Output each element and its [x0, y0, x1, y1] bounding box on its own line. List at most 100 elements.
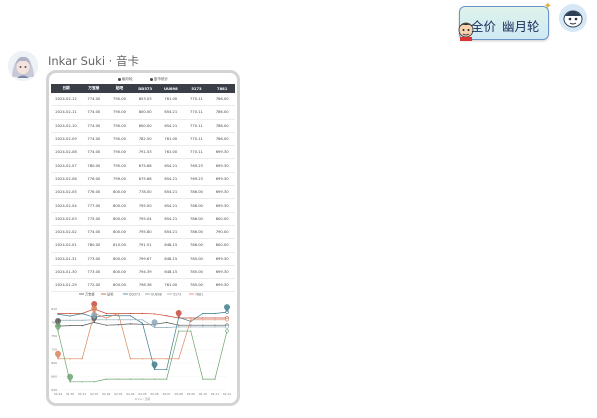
extreme-value-pin — [55, 323, 61, 332]
table-cell: 2024-02-02 — [51, 225, 81, 240]
data-point — [202, 317, 204, 319]
data-point — [190, 330, 192, 332]
table-cell: 774.00 — [81, 105, 107, 120]
x-tick-label: 02-11 — [211, 392, 219, 396]
extreme-value-pin — [151, 361, 158, 370]
x-tick-label: 02-05 — [138, 392, 146, 396]
data-point — [190, 319, 192, 321]
table-cell: 654.21 — [157, 158, 184, 173]
table-cell: 2024-02-06 — [51, 172, 81, 187]
table-cell: 773.00 — [81, 265, 107, 280]
table-cell: 2024-01-30 — [51, 265, 81, 280]
x-tick-label: 02-01 — [90, 392, 98, 396]
table-cell: 770.11 — [183, 132, 210, 147]
table-cell: 775.00 — [81, 212, 107, 226]
data-point — [166, 326, 168, 328]
table-cell: 782.50 — [132, 132, 158, 147]
series-end-marker — [225, 318, 229, 322]
price-query-chip[interactable]: 全价 幽月轮 ✦ — [458, 1, 552, 41]
data-point — [214, 326, 216, 328]
data-point — [141, 312, 144, 315]
data-point — [129, 323, 132, 325]
data-point — [117, 312, 119, 315]
data-point — [166, 358, 168, 360]
table-cell: 699.30 — [209, 172, 235, 187]
price-image-card[interactable]: 幽月轮 蓝市统计 日期 万宝楼 贴吧 DD373 UU898 5173 7881… — [46, 70, 240, 406]
table-cell: 795.00 — [106, 158, 133, 173]
table-cell: 800.00 — [132, 105, 158, 120]
price-line-chart: 万宝楼 贴吧 DD373 UU898 5173 788181078075072069066… — [51, 292, 231, 402]
series-line — [57, 311, 228, 370]
table-cell: 777.00 — [81, 198, 107, 213]
x-tick-label: 01-31 — [78, 392, 86, 396]
table-cell: 2024-02-05 — [51, 185, 81, 200]
x-tick-label: 02-02 — [102, 392, 110, 396]
table-cell: 791.51 — [132, 238, 158, 253]
table-cell: 774.00 — [81, 93, 107, 107]
data-point — [117, 378, 119, 380]
data-point — [178, 358, 180, 360]
data-point — [69, 358, 71, 360]
table-cell: 794.39 — [132, 265, 158, 280]
table-cell: 800.00 — [106, 185, 133, 200]
table-cell: 795.00 — [132, 198, 158, 213]
table-cell: 778.00 — [132, 185, 158, 200]
legend-label: DD373 — [129, 293, 140, 297]
data-point — [69, 315, 71, 317]
table-cell: 786.00 — [183, 198, 210, 213]
table-cell: 790.00 — [106, 119, 133, 133]
table-cell: 810.00 — [106, 238, 133, 253]
legend-label: 万宝楼 — [85, 292, 95, 297]
table-cell: 699.30 — [209, 145, 235, 160]
data-point — [141, 319, 144, 321]
stats-icon — [149, 77, 153, 81]
table-cell: 770.11 — [183, 93, 210, 107]
table-row: 2024-02-06 776.00 799.00 675.68 654.21 769.23… — [51, 172, 235, 187]
y-tick-label: 750 — [51, 334, 57, 338]
data-point — [105, 319, 107, 321]
sender-name: Inkar Suki · 音卡 — [48, 54, 139, 68]
table-cell: 2024-02-01 — [51, 238, 81, 253]
table-cell: 800.00 — [106, 225, 133, 240]
table-cell: 654.21 — [157, 172, 184, 187]
x-tick-label: 02-06 — [151, 392, 159, 396]
data-point — [129, 378, 132, 380]
table-cell: 790.00 — [209, 225, 235, 240]
data-point — [214, 319, 216, 321]
data-point — [178, 326, 180, 328]
legend-item-server: 幽月轮 — [117, 77, 133, 81]
table-cell: 773.00 — [81, 252, 107, 266]
series-line — [57, 330, 228, 383]
table-row: 2024-02-04 777.00 800.00 795.00 654.21 786.00… — [51, 198, 235, 213]
x-tick-label: 02-04 — [126, 392, 134, 396]
table-cell: 675.68 — [132, 158, 158, 173]
sparkle-icon: ✦ — [543, 1, 552, 12]
bot-avatar[interactable] — [559, 4, 587, 32]
table-row: 2024-02-07 780.00 795.00 675.68 654.21 769.23… — [51, 158, 235, 173]
data-point — [190, 326, 192, 328]
data-point — [105, 317, 107, 319]
table-cell: 780.00 — [81, 158, 107, 173]
table-cell: 774.00 — [81, 145, 107, 160]
data-point — [166, 321, 168, 324]
data-point — [153, 313, 156, 315]
chip-label: 全价 幽月轮 — [471, 19, 540, 34]
table-cell: 654.21 — [157, 225, 184, 240]
data-point — [190, 324, 192, 326]
data-point — [81, 358, 83, 360]
table-row: 2024-01-30 773.00 800.00 794.39 648.15 785.00… — [51, 265, 235, 280]
table-cell: 2024-02-12 — [51, 93, 81, 107]
table-cell: 2024-02-11 — [51, 105, 81, 120]
table-cell: 800.00 — [106, 265, 133, 280]
table-cell: 774.00 — [81, 132, 107, 147]
table-cell: 786.00 — [209, 119, 235, 133]
table-cell: 786.00 — [183, 238, 210, 253]
x-tick-label: 02-09 — [187, 392, 195, 396]
data-point — [214, 312, 216, 315]
table-cell: 770.11 — [183, 119, 210, 133]
sender-avatar[interactable] — [8, 51, 38, 81]
data-point — [214, 324, 216, 326]
x-tick-label: 01-29 — [54, 392, 62, 396]
header-dd373: DD373 — [132, 84, 158, 93]
table-row: 2024-02-11 774.00 790.00 800.00 654.21 770.11… — [51, 105, 235, 120]
